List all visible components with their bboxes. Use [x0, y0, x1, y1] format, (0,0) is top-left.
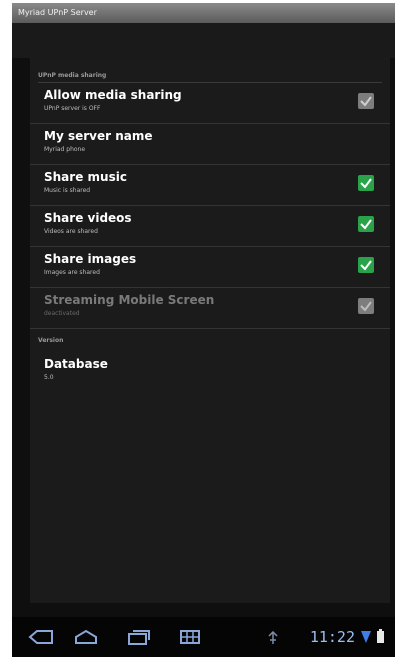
checkbox-share-music[interactable]	[358, 175, 374, 191]
system-nav-bar: 11:22	[12, 617, 395, 657]
back-icon[interactable]	[28, 629, 54, 649]
setting-server-name[interactable]: My server name Myriad phone	[30, 124, 390, 165]
setting-subtitle: Myriad phone	[44, 146, 86, 153]
tablet-frame: Myriad UPnP Server UPnP media sharing Al…	[12, 3, 395, 657]
setting-subtitle: Videos are shared	[44, 228, 98, 235]
setting-share-music[interactable]: Share music Music is shared	[30, 165, 390, 206]
setting-subtitle: deactivated	[44, 310, 80, 317]
checkmark-icon	[360, 301, 372, 312]
setting-title: Allow media sharing	[44, 88, 182, 102]
checkmark-icon	[360, 260, 372, 271]
setting-database-version[interactable]: Database 5.0	[30, 352, 390, 392]
app-title: Myriad UPnP Server	[18, 8, 97, 17]
usb-icon	[267, 630, 279, 649]
setting-subtitle: UPnP server is OFF	[44, 105, 101, 112]
checkbox-share-videos[interactable]	[358, 216, 374, 232]
recent-apps-icon[interactable]	[127, 629, 151, 649]
battery-icon	[377, 629, 384, 643]
action-bar	[12, 23, 395, 58]
setting-title: Share music	[44, 170, 127, 184]
setting-share-images[interactable]: Share images Images are shared	[30, 247, 390, 288]
status-icons	[359, 628, 387, 646]
setting-share-videos[interactable]: Share videos Videos are shared	[30, 206, 390, 247]
setting-streaming-mobile-screen[interactable]: Streaming Mobile Screen deactivated	[30, 288, 390, 329]
setting-subtitle: Images are shared	[44, 269, 100, 276]
title-bar: Myriad UPnP Server	[12, 3, 395, 23]
checkmark-icon	[360, 219, 372, 230]
checkmark-icon	[360, 96, 372, 107]
section-header-version: Version	[38, 337, 64, 344]
clock-time: 11:22	[309, 628, 355, 646]
checkbox-share-images[interactable]	[358, 257, 374, 273]
section-header-media: UPnP media sharing	[38, 72, 107, 79]
checkmark-icon	[360, 178, 372, 189]
settings-panel: UPnP media sharing Allow media sharing U…	[30, 58, 390, 603]
grid-menu-icon[interactable]	[179, 629, 201, 649]
setting-subtitle: 5.0	[44, 374, 54, 381]
setting-title: Database	[44, 357, 108, 371]
wifi-icon	[361, 631, 371, 643]
setting-title: Share images	[44, 252, 137, 266]
setting-title: Streaming Mobile Screen	[44, 293, 215, 307]
setting-title: My server name	[44, 129, 153, 143]
setting-subtitle: Music is shared	[44, 187, 91, 194]
checkbox-allow-media-sharing[interactable]	[358, 93, 374, 109]
home-icon[interactable]	[74, 629, 98, 649]
setting-allow-media-sharing[interactable]: Allow media sharing UPnP server is OFF	[30, 83, 390, 124]
setting-title: Share videos	[44, 211, 132, 225]
checkbox-streaming-mobile-screen[interactable]	[358, 298, 374, 314]
